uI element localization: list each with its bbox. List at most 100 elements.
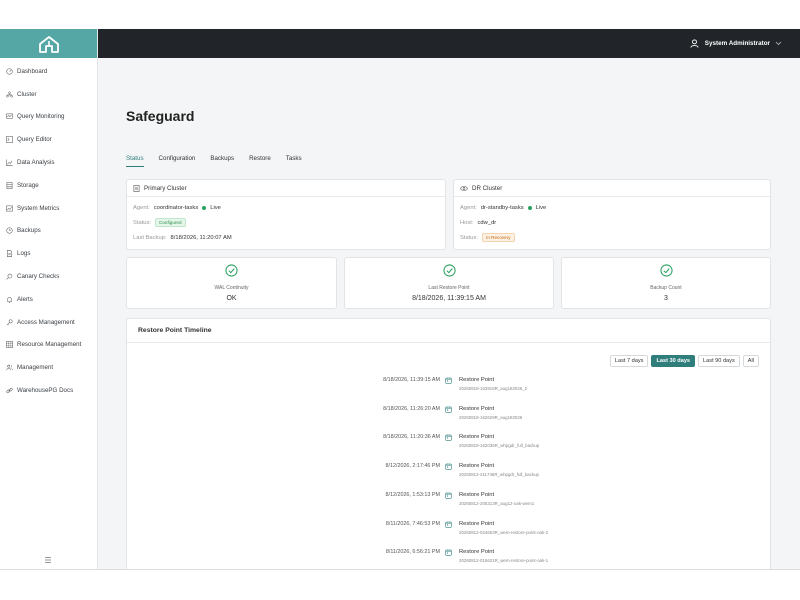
dr-cluster-card: DR Cluster Agent: dr-standby-tasks Live … <box>453 179 771 250</box>
check-circle-icon <box>659 264 673 277</box>
sidebar-item-label: Access Management <box>17 318 75 326</box>
link-icon <box>6 387 13 394</box>
timeline-entry[interactable]: 8/12/2026, 1:53:13 PM Restore Point 202608… <box>127 492 772 517</box>
timeline-filters: Last 7 days Last 30 days Last 90 days All <box>607 355 759 367</box>
primary-cluster-title: Primary Cluster <box>144 184 187 192</box>
filter-last-30-days-button[interactable]: Last 30 days <box>651 355 696 367</box>
sidebar-item-management[interactable]: Management <box>0 356 97 379</box>
logs-icon <box>7 250 12 258</box>
user-menu[interactable]: System Administrator <box>690 39 788 48</box>
tab-tasks[interactable]: Tasks <box>286 155 302 167</box>
filter-last-7-days-button[interactable]: Last 7 days <box>609 355 649 367</box>
timeline-entry[interactable]: 8/18/2026, 11:39:15 AM Restore Point 20260… <box>127 377 772 402</box>
stat-label: Last Restore Point <box>428 285 470 291</box>
filter-all-button[interactable]: All <box>742 355 759 367</box>
last-restore-point-card: Last Restore Point 8/18/2026, 11:39:15 A… <box>344 257 554 309</box>
query-monitoring-icon <box>6 114 13 119</box>
restore-point-date: 8/12/2026, 1:53:13 PM <box>385 491 440 498</box>
tab-restore[interactable]: Restore <box>249 155 271 167</box>
tab-backups[interactable]: Backups <box>210 155 234 167</box>
main-content: Safeguard Status Configuration Backups Rest… <box>98 58 800 569</box>
primary-cluster-card: Primary Cluster Agent: coordinator-tasks… <box>126 179 446 250</box>
app-logo[interactable] <box>0 29 97 58</box>
key-icon <box>6 319 13 325</box>
restore-point-title: Restore Point <box>459 434 495 441</box>
sidebar-item-label: System Metrics <box>17 204 60 212</box>
grid-icon <box>6 341 13 349</box>
sidebar-item-query-monitoring[interactable]: Query Monitoring <box>0 106 97 129</box>
cluster-icon <box>6 91 13 98</box>
restore-point-title: Restore Point <box>459 463 495 470</box>
app-window: Dashboard Cluster Query Monitoring Query Ed… <box>0 29 800 570</box>
dr-host-label: Host: <box>460 219 474 226</box>
timeline-entry[interactable]: 8/18/2026, 11:20:36 AM Restore Point 20260… <box>127 434 772 459</box>
restore-point-icon <box>445 520 452 528</box>
restore-point-icon <box>445 463 452 470</box>
sidebar-item-label: Backups <box>17 227 41 235</box>
primary-status-row: Status: Configured <box>133 215 445 230</box>
live-status-dot <box>527 205 532 210</box>
restore-point-id: 20260818-162629R_aug182026 <box>459 414 523 420</box>
dr-agent-row: Agent: dr-standby-tasks Live <box>460 200 770 215</box>
stat-value: 8/18/2026, 11:39:15 AM <box>412 295 486 302</box>
dr-agent-status: Live <box>535 204 547 211</box>
timeline-entry[interactable]: 8/18/2026, 11:26:20 AM Restore Point 20260… <box>127 406 772 431</box>
sidebar-item-resource-management[interactable]: Resource Management <box>0 334 97 357</box>
eye-icon <box>460 185 468 191</box>
user-name: System Administrator <box>704 40 770 47</box>
sidebar-item-label: Dashboard <box>17 67 48 75</box>
sidebar-item-label: Query Monitoring <box>17 113 65 121</box>
timeline-title: Restore Point Timeline <box>127 319 770 343</box>
restore-point-id: 20260818-162036R_whpgdr_full_backup <box>459 443 540 449</box>
tab-status[interactable]: Status <box>126 155 144 167</box>
sidebar-item-storage[interactable]: Storage <box>0 174 97 197</box>
sidebar-item-warehousepg-docs[interactable]: WarehousePG Docs <box>0 379 97 402</box>
sidebar-item-cluster[interactable]: Cluster <box>0 83 97 106</box>
backup-icon <box>6 227 13 235</box>
sidebar-item-label: Query Editor <box>17 136 52 144</box>
restore-point-icon <box>445 434 452 441</box>
sidebar-nav: Dashboard Cluster Query Monitoring Query Ed… <box>0 58 97 402</box>
restore-point-title: Restore Point <box>459 549 495 556</box>
primary-agent-value: coordinator-tasks <box>153 204 199 211</box>
user-icon <box>690 39 699 48</box>
filter-last-90-days-button[interactable]: Last 90 days <box>698 355 740 367</box>
restore-point-title: Restore Point <box>459 520 495 527</box>
timeline-entry[interactable]: 8/12/2026, 2:17:46 PM Restore Point 202608… <box>127 463 772 488</box>
sidebar-item-label: Alerts <box>17 295 33 303</box>
check-circle-icon <box>225 264 238 277</box>
tab-configuration[interactable]: Configuration <box>159 155 196 167</box>
restore-point-date: 8/18/2026, 11:26:20 AM <box>383 405 440 412</box>
restore-point-date: 8/18/2026, 11:20:36 AM <box>383 434 440 441</box>
sidebar-item-logs[interactable]: Logs <box>0 242 97 265</box>
check-circle-icon <box>442 264 456 277</box>
sidebar-item-access-management[interactable]: Access Management <box>0 311 97 334</box>
sidebar-item-system-metrics[interactable]: System Metrics <box>0 197 97 220</box>
collapse-sidebar-icon[interactable] <box>44 556 52 564</box>
dr-host-row: Host: cdw_dr <box>460 215 770 230</box>
restore-point-title: Restore Point <box>459 491 495 498</box>
sidebar-item-canary-checks[interactable]: Canary Checks <box>0 265 97 288</box>
storage-icon <box>6 182 13 189</box>
dr-host-value: cdw_dr <box>477 219 497 226</box>
restore-point-date: 8/12/2026, 2:17:46 PM <box>385 463 440 470</box>
primary-backup-value: 8/18/2026, 11:20:07 AM <box>170 234 232 241</box>
restore-point-icon <box>445 492 452 499</box>
sidebar-item-label: Management <box>17 364 54 372</box>
dr-cluster-title: DR Cluster <box>472 184 503 192</box>
dr-agent-value: dr-standby-tasks <box>480 204 524 211</box>
page-title: Safeguard <box>126 108 195 124</box>
backup-count-card: Backup Count 3 <box>561 257 771 309</box>
timeline-entry[interactable]: 8/11/2026, 7:46:53 PM Restore Point 202608… <box>127 521 772 546</box>
primary-backup-label: Last Backup: <box>133 234 167 241</box>
sidebar-item-backups[interactable]: Backups <box>0 220 97 243</box>
restore-point-date: 8/18/2026, 11:39:15 AM <box>383 377 440 383</box>
sidebar-item-query-editor[interactable]: Query Editor <box>0 128 97 151</box>
restore-point-icon <box>445 549 452 556</box>
sidebar-item-alerts[interactable]: Alerts <box>0 288 97 311</box>
sidebar-item-dashboard[interactable]: Dashboard <box>0 60 97 83</box>
timeline-entry[interactable]: 8/11/2026, 6:56:21 PM Restore Point 202608… <box>127 549 772 569</box>
chart-icon <box>6 159 13 166</box>
metrics-icon <box>6 205 13 212</box>
sidebar-item-data-analysis[interactable]: Data Analysis <box>0 151 97 174</box>
